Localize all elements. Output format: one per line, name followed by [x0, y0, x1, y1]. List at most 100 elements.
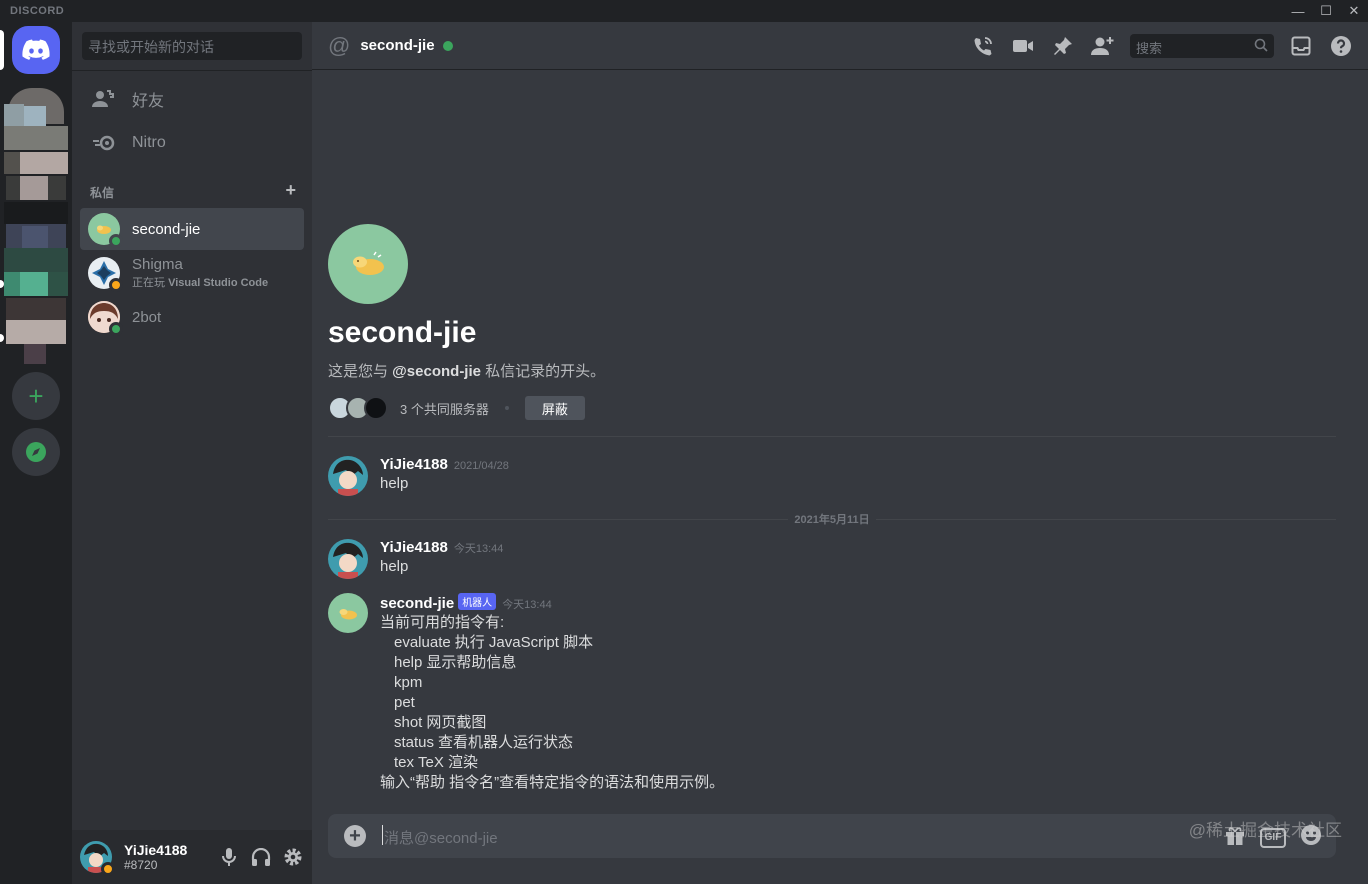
- create-dm-icon[interactable]: +: [285, 181, 296, 201]
- message: YiJie4188 2021/04/28 help: [328, 456, 1328, 496]
- command-line: status 查看机器人运行状态: [380, 733, 1328, 753]
- inbox-button[interactable]: [1288, 33, 1314, 59]
- explore-servers-button[interactable]: [12, 428, 60, 476]
- window-controls: — ☐ ✕: [1284, 0, 1368, 22]
- date-divider: 2021年5月11日: [328, 512, 1336, 526]
- inbox-icon: [1291, 36, 1311, 56]
- command-line: help 显示帮助信息: [380, 653, 1328, 673]
- message-timestamp: 今天13:44: [453, 543, 504, 555]
- gear-icon: [284, 848, 302, 866]
- deafen-button[interactable]: [250, 844, 272, 870]
- dm-name: 2bot: [132, 308, 162, 326]
- message-text: help: [380, 475, 409, 492]
- divider-line: [328, 518, 789, 520]
- online-status-icon: [109, 234, 123, 248]
- dm-item-2bot[interactable]: 2bot: [80, 296, 304, 338]
- message-timestamp: 今天13:44: [502, 599, 552, 611]
- dm-item-second-jie[interactable]: second-jie: [80, 208, 304, 250]
- command-desc: 显示帮助信息: [426, 654, 517, 671]
- divider: [72, 70, 312, 71]
- nitro-icon: [93, 135, 115, 151]
- home-indicator: [0, 30, 4, 70]
- command-name: status: [394, 734, 435, 751]
- home-button[interactable]: [12, 26, 60, 74]
- dm-name: Shigma: [132, 256, 183, 273]
- divider-line: [875, 518, 1336, 520]
- intro-mention: @second-jie: [392, 363, 481, 380]
- mutual-server-avatars[interactable]: [328, 396, 392, 420]
- close-icon[interactable]: ✕: [1340, 0, 1368, 22]
- dm-item-shigma[interactable]: Shigma 正在玩 Visual Studio Code: [80, 252, 304, 294]
- user-avatar[interactable]: [80, 841, 115, 876]
- search-icon: [1254, 38, 1268, 55]
- plus-icon: +: [28, 380, 44, 411]
- minimize-icon[interactable]: —: [1284, 0, 1312, 22]
- command-desc: 执行 JavaScript 脚本: [454, 634, 594, 651]
- command-desc: TeX 渲染: [418, 754, 479, 771]
- online-status-icon: [442, 40, 453, 51]
- app-brand: DISCORD: [10, 5, 65, 17]
- help-icon: [1331, 36, 1351, 56]
- user-settings-button[interactable]: [282, 844, 304, 870]
- dm-activity: 正在玩 Visual Studio Code: [132, 274, 268, 290]
- message-line: 当前可用的指令有:: [380, 614, 505, 631]
- dm-name: second-jie: [132, 220, 201, 238]
- avatar: [88, 257, 123, 292]
- add-friends-to-dm-button[interactable]: [1090, 33, 1116, 59]
- video-call-button[interactable]: [1010, 33, 1036, 59]
- server-rail: +: [0, 22, 72, 884]
- idle-status-icon: [101, 862, 115, 876]
- author-avatar[interactable]: [328, 593, 368, 633]
- user-tag: #8720: [124, 858, 158, 872]
- nav-friends[interactable]: 好友: [80, 78, 304, 120]
- intro-desc-prefix: 这是您与: [328, 363, 393, 380]
- dm-header-label: 私信: [90, 186, 115, 200]
- command-name: evaluate: [394, 634, 451, 651]
- video-camera-icon: [1013, 40, 1033, 52]
- avatar: [88, 301, 123, 336]
- server-avatar: [364, 396, 388, 420]
- bot-avatar-image: [339, 609, 357, 620]
- message-line: 输入“帮助 指令名”查看特定指令的语法和使用示例。: [380, 774, 725, 791]
- block-button[interactable]: 屏蔽: [524, 396, 585, 420]
- server-list-pixelated[interactable]: [4, 86, 68, 366]
- message-author[interactable]: second-jie: [380, 595, 454, 612]
- microphone-icon: [222, 848, 236, 866]
- mute-button[interactable]: [218, 844, 240, 870]
- nav-nitro[interactable]: Nitro: [80, 122, 304, 164]
- header-search-input[interactable]: 搜索: [1130, 34, 1274, 58]
- add-server-button[interactable]: +: [12, 372, 60, 420]
- header-toolbar: 搜索: [970, 33, 1354, 59]
- command-line: shot 网页截图: [380, 713, 1328, 733]
- message-author[interactable]: YiJie4188: [380, 456, 448, 473]
- upload-button[interactable]: +: [344, 825, 366, 847]
- voice-call-button[interactable]: [970, 33, 996, 59]
- at-sign-icon: @: [328, 32, 351, 58]
- pinned-messages-button[interactable]: [1050, 33, 1076, 59]
- channel-title: second-jie: [360, 37, 435, 54]
- author-avatar[interactable]: [328, 539, 368, 579]
- idle-status-icon: [109, 278, 123, 292]
- help-button[interactable]: [1328, 33, 1354, 59]
- message-composer[interactable]: + 消息@second-jie GIF: [328, 814, 1336, 858]
- message-author[interactable]: YiJie4188: [380, 539, 448, 556]
- command-line: evaluate 执行 JavaScript 脚本: [380, 633, 1328, 653]
- header-search-placeholder: 搜索: [1136, 41, 1163, 56]
- command-name: help: [394, 654, 423, 671]
- pin-icon: [1054, 37, 1072, 55]
- separator-dot: [504, 406, 509, 410]
- intro-avatar: [328, 224, 408, 304]
- find-conversation-input[interactable]: 寻找或开始新的对话: [82, 32, 302, 60]
- mutual-servers-count[interactable]: 3 个共同服务器: [400, 399, 489, 418]
- title-bar: DISCORD — ☐ ✕: [0, 0, 1368, 22]
- maximize-icon[interactable]: ☐: [1312, 0, 1340, 22]
- command-line: pet: [380, 693, 1328, 713]
- message-text: help: [380, 558, 409, 575]
- nav-nitro-label: Nitro: [132, 134, 166, 151]
- user-panel: YiJie4188 #8720: [72, 830, 312, 884]
- command-name: shot: [394, 714, 423, 731]
- author-avatar[interactable]: [328, 456, 368, 496]
- message: second-jie 机器人 今天13:44 当前可用的指令有: evaluate 执…: [328, 593, 1328, 793]
- message-input[interactable]: 消息@second-jie: [384, 827, 498, 848]
- message-text: 当前可用的指令有: evaluate 执行 JavaScript 脚本 help 显…: [380, 613, 1328, 793]
